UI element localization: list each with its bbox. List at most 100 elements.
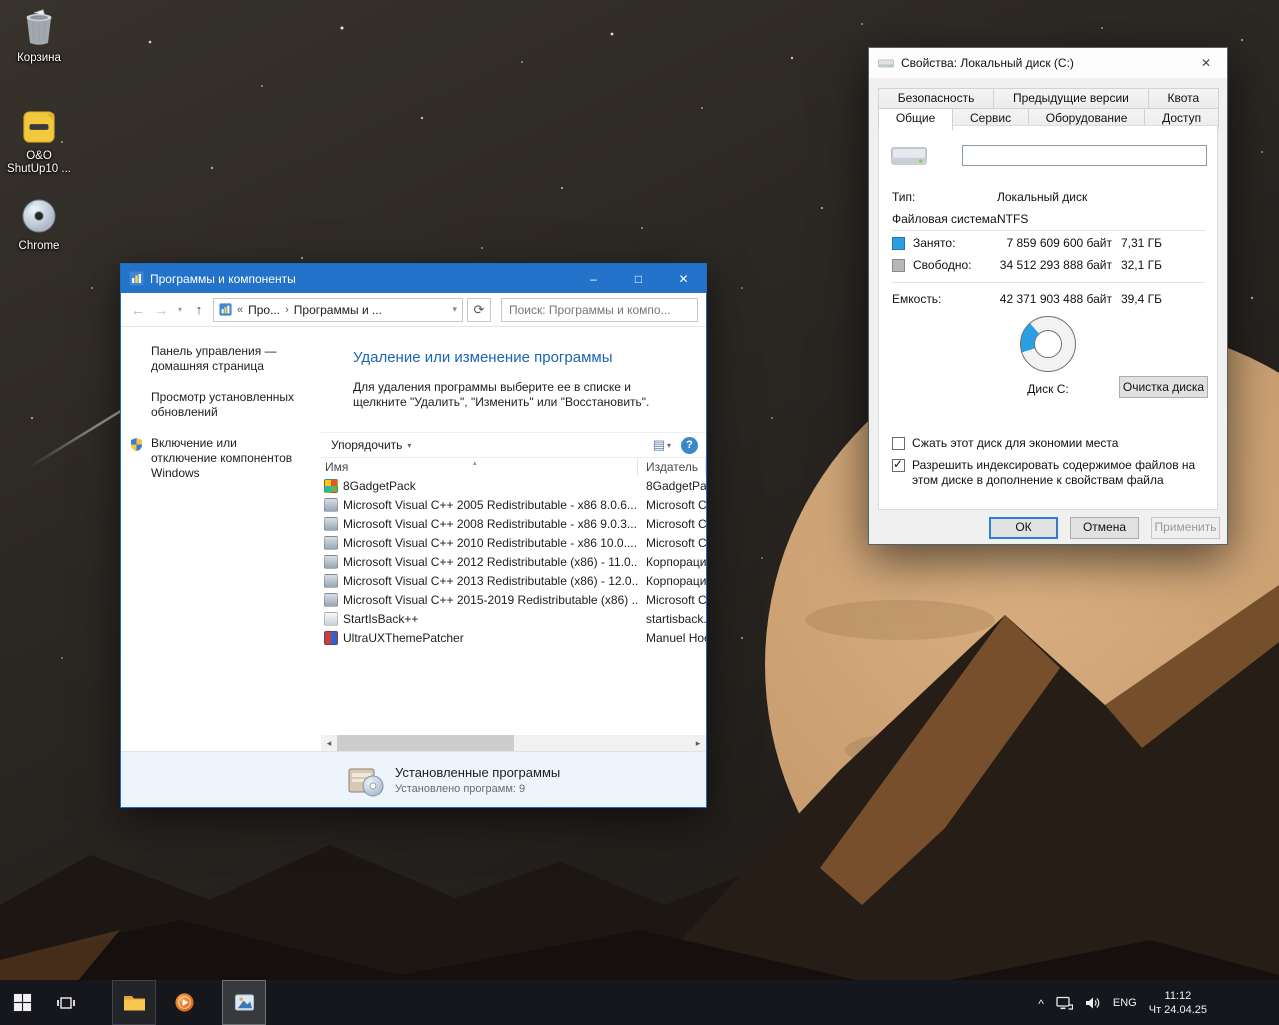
desktop-icon-recycle-bin[interactable]: Корзина xyxy=(0,6,78,65)
start-button[interactable] xyxy=(0,980,44,1025)
close-button[interactable]: ✕ xyxy=(1185,48,1227,78)
clock-time: 11:12 xyxy=(1164,989,1192,1002)
explorer-toolbar: ← → ▾ ↑ « Про... › Программы и ... ▾ ⟳ П… xyxy=(121,293,706,327)
type-value: Локальный диск xyxy=(997,190,1088,204)
system-tray: ^ ENG 11:12 Чт 24.04.25 xyxy=(1038,980,1279,1025)
msvc-installer-icon xyxy=(324,516,338,531)
details-subtitle: Установлено программ: 9 xyxy=(395,782,526,795)
volume-label-input[interactable] xyxy=(962,145,1207,166)
column-headers: Имя ▴ Издатель xyxy=(321,458,706,476)
list-item[interactable]: Microsoft Visual C++ 2015-2019 Redistrib… xyxy=(321,590,706,609)
list-item[interactable]: Microsoft Visual C++ 2013 Redistributabl… xyxy=(321,571,706,590)
up-button[interactable]: ↑ xyxy=(190,302,208,317)
command-bar: Упорядочить ▾ ▤ ▾ ? xyxy=(321,432,706,458)
close-button[interactable]: ✕ xyxy=(661,264,706,293)
tray-overflow-icon[interactable]: ^ xyxy=(1038,997,1044,1011)
tab-general[interactable]: Общие xyxy=(878,108,954,131)
column-header-publisher[interactable]: Издатель xyxy=(638,458,706,476)
used-legend-swatch xyxy=(892,236,905,250)
breadcrumb-overflow-icon[interactable]: « xyxy=(237,304,243,316)
file-explorer-icon xyxy=(123,996,145,1011)
msvc-installer-icon xyxy=(324,573,338,588)
drive-icon xyxy=(878,59,894,67)
disk-cleanup-button[interactable]: Очистка диска xyxy=(1119,376,1208,398)
list-item[interactable]: UltraUXThemePatcher Manuel Hoe xyxy=(321,628,706,647)
type-label: Тип: xyxy=(892,190,916,204)
msvc-installer-icon xyxy=(324,592,338,607)
installed-programs-icon xyxy=(348,768,384,796)
image-viewer-icon xyxy=(234,994,254,1011)
breadcrumb-root[interactable]: Про... xyxy=(248,303,280,317)
tab-previous-versions[interactable]: Предыдущие версии xyxy=(993,88,1149,109)
startisback-icon xyxy=(324,611,338,626)
network-icon[interactable] xyxy=(1056,996,1073,1010)
dialog-title-bar[interactable]: Свойства: Локальный диск (C:) xyxy=(869,48,1227,78)
address-dropdown-icon[interactable]: ▾ xyxy=(452,304,457,315)
list-item[interactable]: Microsoft Visual C++ 2010 Redistributabl… xyxy=(321,533,706,552)
desktop-icon-chrome[interactable]: Chrome xyxy=(0,196,78,253)
desktop-icon-label: Chrome xyxy=(18,240,60,252)
dialog-title: Свойства: Локальный диск (C:) xyxy=(901,56,1074,70)
index-checkbox[interactable]: ✓ xyxy=(892,457,905,472)
organize-button[interactable]: Упорядочить ▾ xyxy=(331,438,411,452)
details-pane: Установленные программы Установлено прог… xyxy=(121,751,706,807)
cancel-button[interactable]: Отмена xyxy=(1070,517,1139,539)
free-legend-swatch xyxy=(892,258,905,272)
media-player-icon xyxy=(174,993,194,1012)
programs-and-features-window: Программы и компоненты – □ ✕ ← → ▾ ↑ « П… xyxy=(120,263,707,808)
taskbar-clock[interactable]: 11:12 Чт 24.04.25 xyxy=(1149,989,1207,1017)
desktop-icon-label: Корзина xyxy=(17,52,61,64)
msvc-installer-icon xyxy=(324,497,338,512)
search-input[interactable]: Поиск: Программы и компо... xyxy=(501,297,698,322)
windows-logo-icon xyxy=(13,993,31,1012)
address-bar[interactable]: « Про... › Программы и ... ▾ xyxy=(213,297,463,322)
recycle-bin-icon xyxy=(26,9,52,45)
sidebar-item-control-panel-home[interactable]: Панель управления — домашняя страница xyxy=(151,344,303,374)
programs-list: 8GadgetPack 8GadgetPack Microsoft Visual… xyxy=(321,476,706,735)
media-player-button[interactable] xyxy=(162,980,206,1025)
tab-quota[interactable]: Квота xyxy=(1147,88,1219,109)
sidebar-item-windows-features[interactable]: Включение или отключение компонентов Win… xyxy=(130,436,303,481)
back-button[interactable]: ← xyxy=(129,302,147,318)
help-icon[interactable]: ? xyxy=(681,436,698,454)
compress-option[interactable]: Сжать этот диск для экономии места xyxy=(892,436,1214,451)
list-item[interactable]: Microsoft Visual C++ 2008 Redistributabl… xyxy=(321,514,706,533)
view-dropdown-icon[interactable]: ▾ xyxy=(667,441,671,450)
msvc-installer-icon xyxy=(324,535,338,550)
control-panel-icon xyxy=(219,303,232,316)
scroll-left-icon[interactable]: ◂ xyxy=(321,735,337,751)
history-dropdown[interactable]: ▾ xyxy=(175,305,185,314)
sidebar-item-installed-updates[interactable]: Просмотр установленных обновлений xyxy=(151,390,303,420)
list-item[interactable]: Microsoft Visual C++ 2012 Redistributabl… xyxy=(321,552,706,571)
forward-button[interactable]: → xyxy=(152,302,170,318)
compress-checkbox[interactable] xyxy=(892,437,905,450)
list-item[interactable]: StartIsBack++ startisback.c xyxy=(321,609,706,628)
index-option[interactable]: ✓ Разрешить индексировать содержимое фай… xyxy=(892,457,1214,488)
maximize-button[interactable]: □ xyxy=(616,264,661,293)
horizontal-scrollbar[interactable]: ◂ ▸ xyxy=(321,735,706,751)
active-app-button[interactable] xyxy=(222,980,266,1025)
desktop-icon-oo-shutup10[interactable]: O&O ShutUp10 ... xyxy=(0,108,78,176)
language-indicator[interactable]: ENG xyxy=(1113,997,1137,1009)
file-explorer-button[interactable] xyxy=(112,980,156,1025)
page-description: Для удаления программы выберите ее в спи… xyxy=(353,380,650,409)
clock-date: Чт 24.04.25 xyxy=(1148,1003,1207,1016)
refresh-button[interactable]: ⟳ xyxy=(467,297,491,322)
list-item[interactable]: 8GadgetPack 8GadgetPack xyxy=(321,476,706,495)
ultraux-icon xyxy=(324,630,338,645)
ok-button[interactable]: ОК xyxy=(989,517,1058,539)
breadcrumb-current[interactable]: Программы и ... xyxy=(294,303,382,317)
view-mode-icon[interactable]: ▤ xyxy=(653,437,665,453)
tab-security[interactable]: Безопасность xyxy=(878,88,995,109)
column-header-name[interactable]: Имя ▴ xyxy=(321,458,638,476)
scroll-right-icon[interactable]: ▸ xyxy=(690,735,706,751)
list-item[interactable]: Microsoft Visual C++ 2005 Redistributabl… xyxy=(321,495,706,514)
scrollbar-thumb[interactable] xyxy=(337,735,514,751)
disk-usage-donut-chart xyxy=(1020,316,1076,372)
volume-icon[interactable] xyxy=(1085,996,1101,1010)
sort-ascending-icon: ▴ xyxy=(473,460,477,467)
minimize-button[interactable]: – xyxy=(571,264,616,293)
title-bar[interactable]: Программы и компоненты – □ ✕ xyxy=(121,264,706,293)
task-view-button[interactable] xyxy=(44,980,88,1025)
chevron-down-icon: ▾ xyxy=(407,440,412,450)
